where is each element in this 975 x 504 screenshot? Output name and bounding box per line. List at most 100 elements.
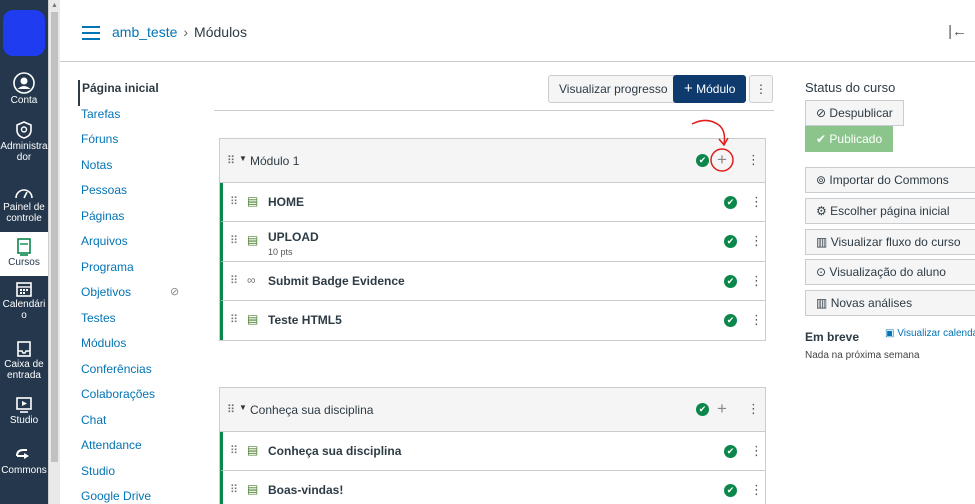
module-item-row: ⠿ ▤ HOME ✔ ⋮ <box>220 183 765 222</box>
course-nav-modules[interactable]: Módulos <box>78 335 198 361</box>
item-options-icon[interactable]: ⋮ <box>750 195 763 208</box>
module-options-icon[interactable]: ⋮ <box>747 402 760 415</box>
course-nav-chat[interactable]: Chat <box>78 412 198 438</box>
add-item-plus-icon[interactable]: + <box>717 400 727 417</box>
published-check-icon[interactable]: ✔ <box>724 235 737 248</box>
global-nav-inbox[interactable]: Caixa de entrada <box>0 340 48 381</box>
global-nav-label: Calendário <box>2 299 46 321</box>
scroll-up-arrow-icon[interactable]: ▲ <box>51 2 58 9</box>
analytics-label: Novas análises <box>830 296 913 310</box>
view-progress-button[interactable]: Visualizar progresso <box>548 75 679 103</box>
published-check-icon[interactable]: ✔ <box>724 314 737 327</box>
global-nav-label: Cursos <box>8 257 40 268</box>
institution-logo[interactable] <box>3 10 45 56</box>
choose-home-page-button[interactable]: ⚙ Escolher página inicial <box>805 198 975 224</box>
add-module-button[interactable]: + Módulo <box>673 75 747 103</box>
module-item-title[interactable]: Submit Badge Evidence <box>268 274 405 288</box>
course-nav-discussions[interactable]: Fóruns <box>78 131 198 157</box>
hamburger-menu-icon[interactable] <box>82 26 100 40</box>
analytics-icon: ▥ <box>816 296 828 310</box>
published-check-icon[interactable]: ✔ <box>696 403 709 416</box>
global-nav-admin[interactable]: Administrador <box>0 120 48 163</box>
course-nav-quizzes[interactable]: Testes <box>78 310 198 336</box>
published-check-icon[interactable]: ✔ <box>724 484 737 497</box>
course-nav-studio[interactable]: Studio <box>78 463 198 489</box>
drag-handle-icon[interactable]: ⠿ <box>230 234 238 247</box>
course-nav-pages[interactable]: Páginas <box>78 208 198 234</box>
course-nav-conferences[interactable]: Conferências <box>78 361 198 387</box>
global-nav-courses[interactable]: Cursos <box>0 232 48 276</box>
collapse-sidebar-icon[interactable]: |← <box>948 23 967 40</box>
item-options-icon[interactable]: ⋮ <box>750 483 763 496</box>
module-item-title[interactable]: HOME <box>268 195 304 209</box>
course-nav-outcomes-row[interactable]: Objetivos ⊘ <box>78 284 198 310</box>
modules-options-icon[interactable]: ⋮ <box>749 75 773 103</box>
item-options-icon[interactable]: ⋮ <box>750 313 763 326</box>
module-options-icon[interactable]: ⋮ <box>747 153 760 166</box>
breadcrumb: amb_teste › Módulos <box>112 24 247 40</box>
global-nav-account[interactable]: Conta <box>0 72 48 106</box>
add-module-label: Módulo <box>696 82 736 96</box>
drag-handle-icon[interactable]: ⠿ <box>230 195 238 208</box>
item-options-icon[interactable]: ⋮ <box>750 234 763 247</box>
module-item-title[interactable]: UPLOAD <box>268 230 319 244</box>
student-view-label: Visualização do aluno <box>829 265 946 279</box>
global-nav-calendar[interactable]: Calendário <box>0 280 48 321</box>
inbox-icon <box>17 341 31 357</box>
published-check-icon[interactable]: ✔ <box>724 196 737 209</box>
course-nav-outcomes[interactable]: Objetivos <box>81 285 131 299</box>
course-nav-syllabus[interactable]: Programa <box>78 259 198 285</box>
module-item-title[interactable]: Boas-vindas! <box>268 483 343 497</box>
module-header[interactable]: ⠿ ▼ Módulo 1 ✔ + ⋮ <box>220 139 765 183</box>
unpublish-button[interactable]: ⊘ Despublicar <box>805 100 904 126</box>
drag-handle-icon[interactable]: ⠿ <box>227 403 235 416</box>
course-nav-collaborations[interactable]: Colaborações <box>78 386 198 412</box>
courses-icon <box>17 238 31 256</box>
view-calendar-link[interactable]: ▣ Visualizar calendário <box>885 328 975 339</box>
student-view-icon: ⊙ <box>816 265 827 279</box>
item-options-icon[interactable]: ⋮ <box>750 274 763 287</box>
published-check-icon[interactable]: ✔ <box>724 445 737 458</box>
nothing-next-week-text: Nada na próxima semana <box>805 350 920 361</box>
drag-handle-icon[interactable]: ⠿ <box>230 313 238 326</box>
course-nav-attendance[interactable]: Attendance <box>78 437 198 463</box>
drag-handle-icon[interactable]: ⠿ <box>230 274 238 287</box>
course-status-title: Status do curso <box>805 80 896 95</box>
drag-handle-icon[interactable]: ⠿ <box>227 154 235 167</box>
global-nav-label: Administrador <box>0 141 48 163</box>
drag-handle-icon[interactable]: ⠿ <box>230 444 238 457</box>
view-course-stream-button[interactable]: ▥ Visualizar fluxo do curso <box>805 229 975 255</box>
course-nav-google-drive[interactable]: Google Drive <box>78 488 198 504</box>
module-item-title[interactable]: Teste HTML5 <box>268 313 342 327</box>
published-button[interactable]: ✔ Publicado <box>805 126 894 152</box>
breadcrumb-course-link[interactable]: amb_teste <box>112 24 177 40</box>
page-icon: ▤ <box>247 194 259 208</box>
course-nav-assignments[interactable]: Tarefas <box>78 106 198 132</box>
course-nav-home[interactable]: Página inicial <box>78 80 198 106</box>
global-nav-label: Conta <box>10 95 38 106</box>
account-icon <box>13 72 35 94</box>
course-nav-people[interactable]: Pessoas <box>78 182 198 208</box>
gear-icon: ⚙ <box>816 204 827 218</box>
drag-handle-icon[interactable]: ⠿ <box>230 483 238 496</box>
student-view-button[interactable]: ⊙ Visualização do aluno <box>805 259 975 285</box>
module-item-title[interactable]: Conheça sua disciplina <box>268 444 401 458</box>
global-nav: Conta Administrador Painel de controle C… <box>0 0 60 504</box>
scrollbar-thumb[interactable] <box>51 12 58 462</box>
global-nav-dashboard[interactable]: Painel de controle <box>0 185 48 224</box>
global-nav-commons[interactable]: Commons <box>0 448 48 476</box>
global-nav-scrollbar[interactable]: ▲ <box>48 0 60 504</box>
admin-icon <box>16 121 32 139</box>
course-nav-files[interactable]: Arquivos <box>78 233 198 259</box>
module-header[interactable]: ⠿ ▼ Conheça sua disciplina ✔ + ⋮ <box>220 388 765 432</box>
collapse-caret-icon[interactable]: ▼ <box>239 403 247 412</box>
choose-home-label: Escolher página inicial <box>830 204 950 218</box>
module-item-row: ⠿ ∞ Submit Badge Evidence ✔ ⋮ <box>220 262 765 301</box>
collapse-caret-icon[interactable]: ▼ <box>239 154 247 163</box>
new-analytics-button[interactable]: ▥ Novas análises <box>805 290 975 316</box>
course-nav-grades[interactable]: Notas <box>78 157 198 183</box>
published-check-icon[interactable]: ✔ <box>724 275 737 288</box>
import-commons-button[interactable]: ⊚ Importar do Commons <box>805 167 975 193</box>
item-options-icon[interactable]: ⋮ <box>750 444 763 457</box>
global-nav-studio[interactable]: Studio <box>0 396 48 426</box>
